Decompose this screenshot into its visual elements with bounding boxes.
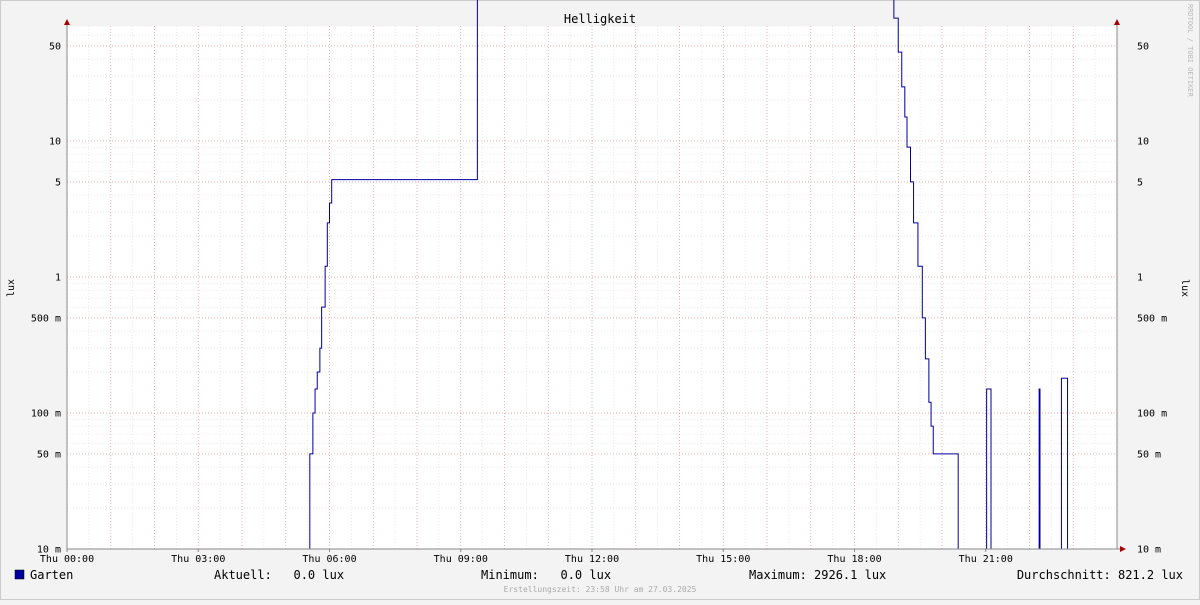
chart-svg: 10 m50 m100 m500 m151050 10 m50 m100 m50… xyxy=(0,0,1200,600)
y-tick-label-right: 1 xyxy=(1137,272,1143,283)
y-tick-label-left: 50 xyxy=(49,41,61,52)
legend-maximum: Maximum: 2926.1 lux xyxy=(749,568,886,582)
y-tick-label-left: 50 m xyxy=(37,449,61,460)
watermark: RRDTOOL / TOBI OETIKER xyxy=(1186,4,1194,98)
y-tick-label-right: 10 xyxy=(1137,136,1149,147)
y-axis-label-left: lux xyxy=(6,279,17,297)
y-tick-label-right: 500 m xyxy=(1137,313,1167,324)
y-tick-label-right: 10 m xyxy=(1137,545,1161,556)
chart: 10 m 50 m 100 m 500 m 1 5 10 50 10 m 50 m 100 m 50… xyxy=(0,0,1200,600)
creation-time: Erstellungszeit: 23:58 Uhr am 27.03.2025 xyxy=(504,585,697,594)
chart-title: Helligkeit xyxy=(564,12,636,26)
y-tick-label-right: 100 m xyxy=(1137,408,1167,419)
x-tick-label: Thu 15:00 xyxy=(696,554,750,565)
y-tick-label-right: 50 m xyxy=(1137,449,1161,460)
legend-aktuell: Aktuell: 0.0 lux xyxy=(214,568,344,582)
legend-swatch-garten xyxy=(14,569,25,580)
x-tick-label: Thu 06:00 xyxy=(302,554,356,565)
x-tick-label: Thu 03:00 xyxy=(171,554,225,565)
y-tick-label-left: 10 xyxy=(49,136,61,147)
y-tick-label-left: 1 xyxy=(55,272,61,283)
x-tick-label: Thu 00:00 xyxy=(40,554,94,565)
legend-minimum: Minimum: 0.0 lux xyxy=(481,568,611,582)
x-tick-label: Thu 12:00 xyxy=(565,554,619,565)
x-tick-label: Thu 21:00 xyxy=(959,554,1013,565)
legend-durchschnitt: Durchschnitt: 821.2 lux xyxy=(1017,568,1183,582)
y-tick-label-left: 500 m xyxy=(31,313,61,324)
x-tick-label: Thu 09:00 xyxy=(434,554,488,565)
y-tick-label-left: 5 xyxy=(55,177,61,188)
legend-label-garten: Garten xyxy=(30,568,73,582)
y-tick-label-right: 5 xyxy=(1137,177,1143,188)
y-tick-label-right: 50 xyxy=(1137,41,1149,52)
y-axis-label-right: lux xyxy=(1179,279,1190,297)
x-tick-label: Thu 18:00 xyxy=(827,554,881,565)
y-tick-label-left: 100 m xyxy=(31,408,61,419)
